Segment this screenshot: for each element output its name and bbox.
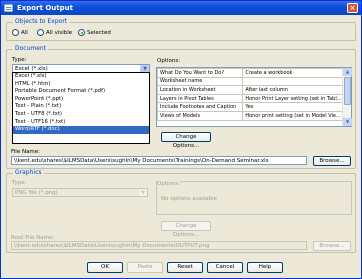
option-value[interactable]: Yes [242,102,343,112]
options-scrollbar[interactable]: ▲ ▼ [342,68,352,126]
document-options-grid: What Do You Want to Do? Create a workboo… [156,67,352,127]
document-group-title: Document [13,45,49,52]
option-value[interactable]: After last column [242,85,343,95]
scroll-thumb[interactable] [344,77,351,105]
list-item[interactable]: Excel (*.xls) [13,73,149,81]
list-item[interactable]: Text - UTF16 (*.txt) [13,119,149,127]
radio-selected-indicator [78,29,85,36]
option-name: What Do You Want to Do? [156,68,244,78]
radio-selected[interactable]: Selected [78,29,111,36]
document-type-label: Type: [12,57,27,63]
document-type-dropdown-list: Excel (*.xls) HTML (*.htm) Portable Docu… [12,72,150,144]
radio-all-indicator [12,29,19,36]
graphics-browse-button[interactable]: Browse... [313,241,351,251]
chevron-down-icon[interactable]: ▼ [138,189,147,196]
list-item[interactable]: Text - UTF8 (*.txt) [13,111,149,119]
radio-all[interactable]: All [12,29,28,36]
help-button[interactable]: Help [247,262,283,273]
window-title: Export Output [17,4,73,12]
ok-button[interactable]: OK [87,262,123,273]
export-output-dialog: Export Output × Objects to Export All Al… [0,0,362,279]
document-options-label: Options: [157,58,181,64]
reset-button[interactable]: Reset [167,262,203,273]
graphics-type-value: PNG file (*.png) [15,190,58,196]
list-item-selected[interactable]: Word/RTF (*.doc) [13,126,149,134]
list-item[interactable]: Portable Document Format (*.pdf) [13,88,149,96]
option-name: Worksheet name [156,76,244,87]
graphics-options-text: No options available [161,196,218,202]
option-name: Layers in Pivot Tables [156,93,244,104]
file-name-input[interactable]: \\kent.edu\shares\$ILMSData\Users\sughin… [11,156,307,165]
graphics-options-area: No options available [156,181,352,215]
cancel-button[interactable]: Cancel [207,262,243,273]
graphics-type-label: Type: [12,180,27,186]
app-icon [4,4,13,12]
objects-group-title: Objects to Export [13,18,70,25]
document-browse-button[interactable]: Browse... [313,156,351,166]
radio-selected-label: Selected [87,29,111,36]
option-value[interactable]: Honor print setting (set in Model Vie... [242,110,343,121]
option-value[interactable]: Honor Print Layer setting (set in Tabl..… [242,93,343,104]
file-name-label: File Name: [11,149,41,155]
graphics-change-options-button[interactable]: Change Options... [161,221,211,238]
graphics-type-select[interactable]: PNG file (*.png) ▼ [12,188,148,197]
objects-to-export-group: Objects to Export All All visible Select… [6,18,356,41]
table-row[interactable]: Worksheet name [156,76,343,87]
option-name: Include Footnotes and Caption [156,102,244,112]
document-change-options-button[interactable]: Change Options... [161,132,211,149]
radio-all-visible-label: All visible [46,29,73,36]
list-item[interactable]: HTML (*.htm) [13,81,149,89]
table-row[interactable]: Views of Models Honor print setting (set… [156,110,343,121]
option-value[interactable] [242,76,343,87]
close-button[interactable]: × [347,3,358,13]
option-name: Location in Worksheet [156,85,244,95]
chevron-down-icon[interactable]: ▼ [140,65,149,72]
paste-button[interactable]: Paste [127,262,163,273]
scroll-up-icon[interactable]: ▲ [343,68,352,76]
list-item[interactable]: Text - Plain (*.txt) [13,103,149,111]
radio-all-label: All [21,29,28,36]
scroll-down-icon[interactable]: ▼ [343,118,352,126]
option-name: Views of Models [156,110,244,121]
root-file-name-input[interactable]: \\kent.edu\shares\$ILMSData\Users\sughin… [11,241,307,250]
graphics-options-label: Options: [157,181,181,187]
option-value[interactable]: Create a workbook [242,68,343,78]
list-item[interactable]: PowerPoint (*.ppt) [13,96,149,104]
table-row[interactable]: Location in Worksheet After last column [156,85,343,95]
title-bar: Export Output × [1,1,361,15]
table-row[interactable]: Include Footnotes and Caption Yes [156,102,343,112]
graphics-group-title: Graphics [13,169,44,176]
table-row[interactable]: What Do You Want to Do? Create a workboo… [156,68,343,78]
radio-all-visible-indicator [37,29,44,36]
table-row[interactable]: Layers in Pivot Tables Honor Print Layer… [156,93,343,104]
radio-all-visible[interactable]: All visible [37,29,72,36]
